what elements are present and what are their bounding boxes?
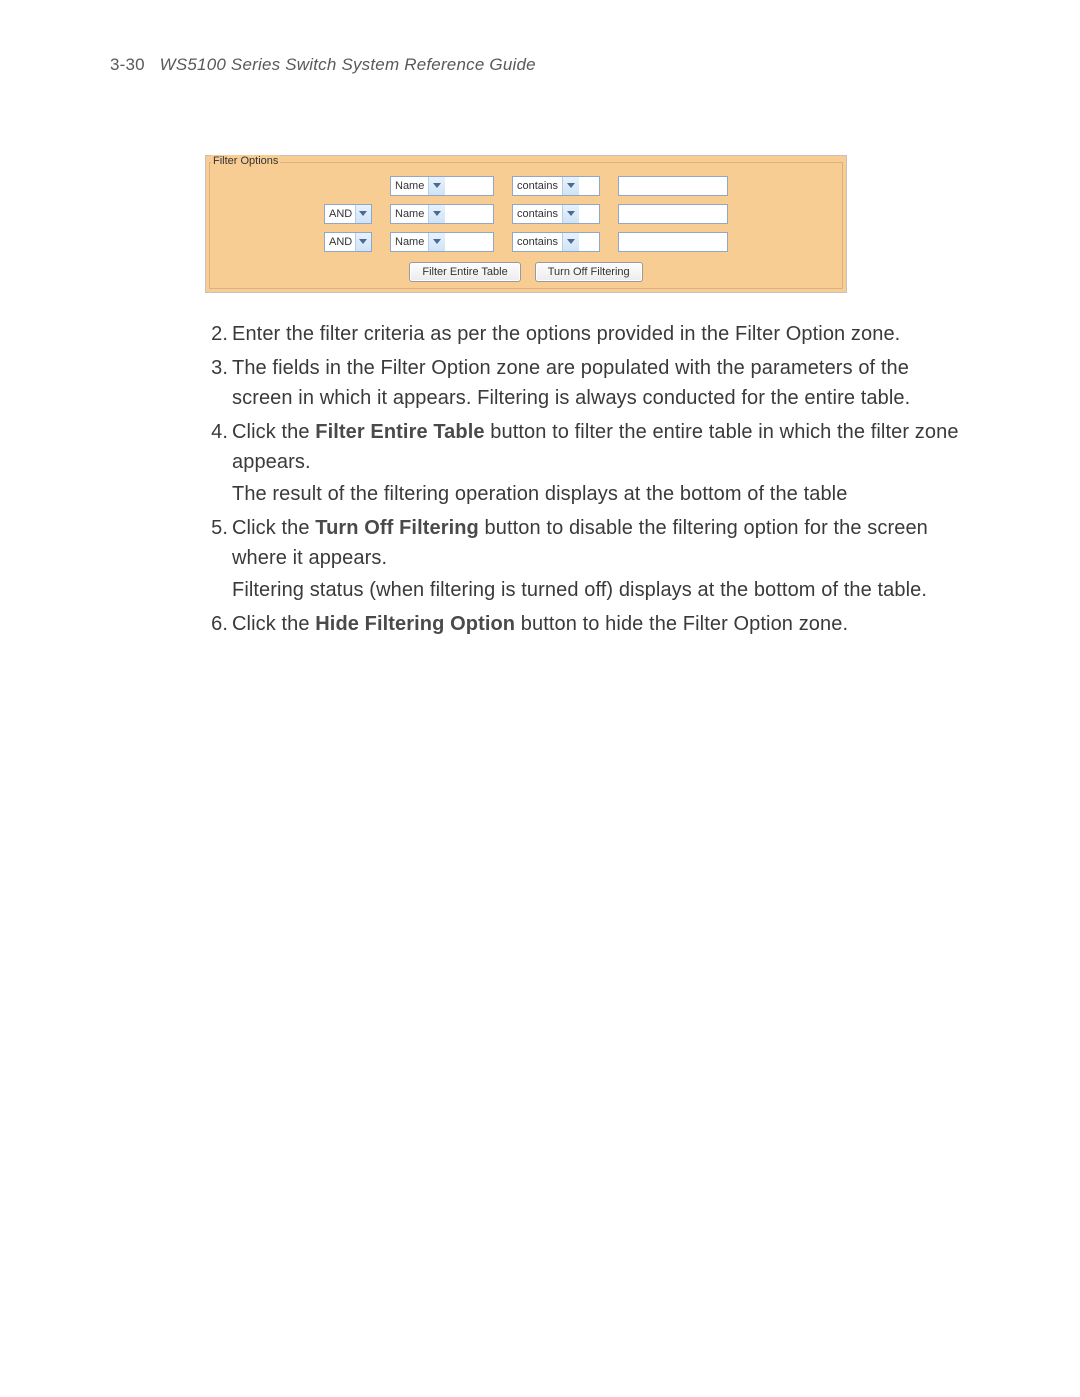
field-dropdown[interactable]: Name	[390, 204, 494, 224]
step-body: Click the Filter Entire Table button to …	[232, 417, 970, 509]
operator-dropdown[interactable]: contains	[512, 176, 600, 196]
filter-rows: Name contains AND Name contains AND Name contai…	[216, 176, 836, 252]
logic-dropdown[interactable]: AND	[324, 204, 372, 224]
operator-dropdown-value: contains	[513, 233, 562, 251]
page-header: 3-30 WS5100 Series Switch System Referen…	[110, 55, 970, 75]
field-dropdown-value: Name	[391, 233, 428, 251]
logic-dropdown-value: AND	[325, 233, 355, 251]
page-number: 3-30	[110, 55, 145, 74]
operator-dropdown-value: contains	[513, 177, 562, 195]
step-number: 6.	[202, 609, 232, 639]
logic-spacer	[324, 176, 372, 196]
step-paragraph: Filtering status (when filtering is turn…	[232, 575, 970, 605]
step-paragraph: The fields in the Filter Option zone are…	[232, 353, 970, 413]
chevron-down-icon	[562, 177, 579, 195]
chevron-down-icon	[355, 233, 371, 251]
logic-dropdown[interactable]: AND	[324, 232, 372, 252]
doc-title: WS5100 Series Switch System Reference Gu…	[160, 55, 536, 74]
operator-dropdown[interactable]: contains	[512, 232, 600, 252]
step-number: 2.	[202, 319, 232, 349]
text-run: Click the	[232, 517, 315, 539]
step-item: 3.The fields in the Filter Option zone a…	[202, 353, 970, 413]
step-number: 5.	[202, 513, 232, 605]
chevron-down-icon	[428, 205, 445, 223]
operator-dropdown[interactable]: contains	[512, 204, 600, 224]
step-paragraph: Click the Hide Filtering Option button t…	[232, 609, 970, 639]
filter-entire-table-button[interactable]: Filter Entire Table	[409, 262, 520, 282]
turn-off-filtering-button[interactable]: Turn Off Filtering	[535, 262, 643, 282]
filter-buttons-row: Filter Entire Table Turn Off Filtering	[216, 262, 836, 282]
filter-row: AND Name contains	[216, 204, 836, 224]
step-body: Click the Turn Off Filtering button to d…	[232, 513, 970, 605]
operator-dropdown-value: contains	[513, 205, 562, 223]
filter-options-legend: Filter Options	[211, 155, 280, 167]
bold-text: Hide Filtering Option	[315, 613, 515, 635]
bold-text: Turn Off Filtering	[315, 517, 479, 539]
page: 3-30 WS5100 Series Switch System Referen…	[0, 0, 1080, 1397]
field-dropdown[interactable]: Name	[390, 176, 494, 196]
step-paragraph: Enter the filter criteria as per the opt…	[232, 319, 970, 349]
text-run: Enter the filter criteria as per the opt…	[232, 323, 900, 345]
text-run: The fields in the Filter Option zone are…	[232, 357, 910, 409]
logic-dropdown-value: AND	[325, 205, 355, 223]
chevron-down-icon	[562, 205, 579, 223]
step-number: 4.	[202, 417, 232, 509]
field-dropdown-value: Name	[391, 205, 428, 223]
step-paragraph: Click the Turn Off Filtering button to d…	[232, 513, 970, 573]
chevron-down-icon	[355, 205, 371, 223]
filter-options-screenshot: Filter Options Name contains AND Name contai…	[205, 155, 847, 293]
step-number: 3.	[202, 353, 232, 413]
text-run: Filtering status (when filtering is turn…	[232, 579, 927, 601]
field-dropdown-value: Name	[391, 177, 428, 195]
step-body: Click the Hide Filtering Option button t…	[232, 609, 970, 639]
field-dropdown[interactable]: Name	[390, 232, 494, 252]
step-item: 5.Click the Turn Off Filtering button to…	[202, 513, 970, 605]
filter-value-input[interactable]	[618, 232, 728, 252]
chevron-down-icon	[428, 177, 445, 195]
text-run: Click the	[232, 421, 315, 443]
chevron-down-icon	[562, 233, 579, 251]
step-item: 6.Click the Hide Filtering Option button…	[202, 609, 970, 639]
instruction-steps: 2.Enter the filter criteria as per the o…	[110, 319, 970, 639]
text-run: button to hide the Filter Option zone.	[515, 613, 848, 635]
step-body: The fields in the Filter Option zone are…	[232, 353, 970, 413]
step-paragraph: Click the Filter Entire Table button to …	[232, 417, 970, 477]
filter-value-input[interactable]	[618, 176, 728, 196]
filter-value-input[interactable]	[618, 204, 728, 224]
bold-text: Filter Entire Table	[315, 421, 484, 443]
filter-row: AND Name contains	[216, 232, 836, 252]
text-run: Click the	[232, 613, 315, 635]
chevron-down-icon	[428, 233, 445, 251]
step-item: 4.Click the Filter Entire Table button t…	[202, 417, 970, 509]
step-body: Enter the filter criteria as per the opt…	[232, 319, 970, 349]
filter-row: Name contains	[216, 176, 836, 196]
step-item: 2.Enter the filter criteria as per the o…	[202, 319, 970, 349]
filter-options-panel: Filter Options Name contains AND Name contai…	[205, 155, 847, 293]
step-paragraph: The result of the filtering operation di…	[232, 479, 970, 509]
text-run: The result of the filtering operation di…	[232, 483, 847, 505]
